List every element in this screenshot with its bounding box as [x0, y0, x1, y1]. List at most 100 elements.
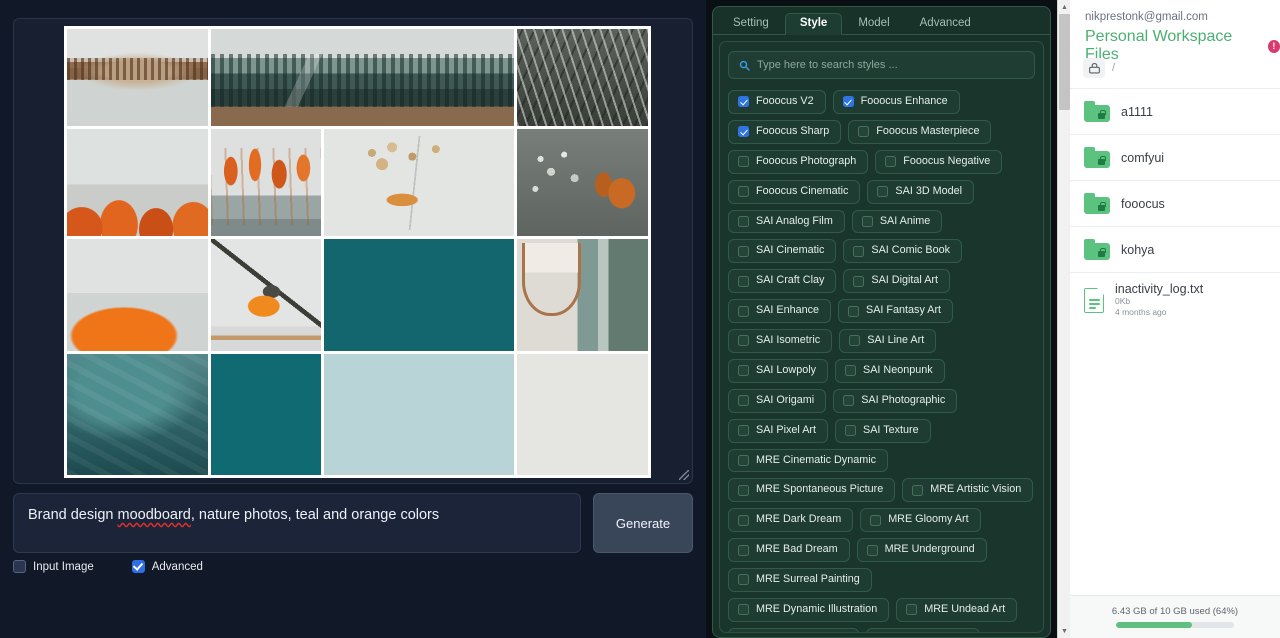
style-chip[interactable]: Fooocus Photograph	[728, 150, 868, 174]
style-chip-checkbox[interactable]	[738, 604, 749, 615]
generate-button[interactable]: Generate	[593, 493, 693, 553]
style-chip[interactable]: Fooocus V2	[728, 90, 826, 114]
style-chip-label: SAI Fantasy Art	[866, 305, 941, 317]
home-icon[interactable]	[1083, 58, 1105, 78]
style-chip[interactable]: SAI Photographic	[833, 389, 957, 413]
style-chip-checkbox[interactable]	[912, 485, 923, 496]
input-image-checkbox-box[interactable]	[13, 560, 26, 573]
style-chip-checkbox[interactable]	[738, 335, 749, 346]
style-chip-checkbox[interactable]	[738, 455, 749, 466]
style-chip[interactable]: SAI Pixel Art	[728, 419, 828, 443]
style-chip[interactable]: MRE Elemental Art	[728, 628, 859, 633]
style-chip-checkbox[interactable]	[738, 306, 749, 317]
folder-row[interactable]: kohya	[1070, 226, 1280, 272]
style-chip-checkbox[interactable]	[906, 604, 917, 615]
style-chip-checkbox[interactable]	[843, 96, 854, 107]
style-chip[interactable]: SAI Digital Art	[843, 269, 950, 293]
folder-row[interactable]: fooocus	[1070, 180, 1280, 226]
style-chip[interactable]: SAI Enhance	[728, 299, 831, 323]
style-chip[interactable]: MRE Artistic Vision	[902, 478, 1033, 502]
moodboard-collage-image[interactable]	[64, 26, 651, 478]
style-chip-checkbox[interactable]	[738, 156, 749, 167]
style-chip-checkbox[interactable]	[738, 246, 749, 257]
tab-model[interactable]: Model	[844, 14, 903, 35]
style-chip-checkbox[interactable]	[738, 395, 749, 406]
style-chip-checkbox[interactable]	[738, 216, 749, 227]
breadcrumb-path[interactable]: /	[1112, 62, 1115, 74]
tab-style[interactable]: Style	[785, 13, 843, 36]
style-chip-checkbox[interactable]	[870, 515, 881, 526]
style-chip-checkbox[interactable]	[848, 306, 859, 317]
style-chip[interactable]: SAI Fantasy Art	[838, 299, 953, 323]
style-chip-label: Fooocus Enhance	[861, 96, 948, 108]
style-chip-checkbox[interactable]	[738, 276, 749, 287]
tab-advanced[interactable]: Advanced	[906, 14, 985, 35]
style-chip[interactable]: SAI Line Art	[839, 329, 936, 353]
style-chip[interactable]: Fooocus Cinematic	[728, 180, 860, 204]
styles-scrollbar[interactable]: ▲ ▼	[1057, 0, 1070, 638]
style-chip-checkbox[interactable]	[853, 276, 864, 287]
advanced-checkbox[interactable]: Advanced	[132, 560, 203, 573]
style-chip[interactable]: SAI Anime	[852, 210, 942, 234]
style-chip-checkbox[interactable]	[738, 485, 749, 496]
style-chip[interactable]: SAI Comic Book	[843, 239, 962, 263]
file-name: fooocus	[1121, 197, 1165, 211]
file-row[interactable]: inactivity_log.txt0Kb4 months ago	[1070, 272, 1280, 328]
style-chip-checkbox[interactable]	[845, 365, 856, 376]
style-chip[interactable]: MRE Space Art	[866, 628, 980, 633]
style-chip-checkbox[interactable]	[845, 425, 856, 436]
style-chip[interactable]: MRE Gloomy Art	[860, 508, 980, 532]
style-chip-checkbox[interactable]	[738, 96, 749, 107]
folder-row[interactable]: comfyui	[1070, 134, 1280, 180]
style-chip[interactable]: MRE Cinematic Dynamic	[728, 449, 888, 473]
style-chip-checkbox[interactable]	[858, 126, 869, 137]
style-chip[interactable]: SAI Isometric	[728, 329, 832, 353]
style-search-placeholder: Type here to search styles ...	[757, 59, 898, 71]
style-chip[interactable]: MRE Underground	[857, 538, 987, 562]
style-chip[interactable]: SAI 3D Model	[867, 180, 974, 204]
prompt-input[interactable]: Brand design moodboard, nature photos, t…	[13, 493, 581, 553]
resize-grip-handle[interactable]	[679, 470, 689, 480]
style-chip-checkbox[interactable]	[867, 545, 878, 556]
style-chip-checkbox[interactable]	[738, 186, 749, 197]
style-chip-checkbox[interactable]	[738, 126, 749, 137]
style-search-input[interactable]: Type here to search styles ...	[728, 51, 1035, 79]
style-chip[interactable]: MRE Bad Dream	[728, 538, 850, 562]
style-chip[interactable]: Fooocus Enhance	[833, 90, 960, 114]
style-chip[interactable]: SAI Origami	[728, 389, 826, 413]
style-chip-checkbox[interactable]	[843, 395, 854, 406]
style-chip[interactable]: SAI Lowpoly	[728, 359, 828, 383]
image-preview-frame[interactable]	[13, 18, 693, 484]
style-chip[interactable]: MRE Undead Art	[896, 598, 1017, 622]
style-chip-checkbox[interactable]	[849, 335, 860, 346]
style-chip[interactable]: MRE Dynamic Illustration	[728, 598, 889, 622]
style-chip[interactable]: Fooocus Negative	[875, 150, 1002, 174]
style-chip[interactable]: SAI Neonpunk	[835, 359, 945, 383]
style-chip-checkbox[interactable]	[877, 186, 888, 197]
style-chip-checkbox[interactable]	[738, 574, 749, 585]
style-chip-checkbox[interactable]	[862, 216, 873, 227]
style-chip[interactable]: Fooocus Sharp	[728, 120, 841, 144]
style-chip[interactable]: MRE Spontaneous Picture	[728, 478, 895, 502]
style-chip-label: MRE Artistic Vision	[930, 484, 1021, 496]
style-chip-checkbox[interactable]	[885, 156, 896, 167]
style-chip-checkbox[interactable]	[738, 515, 749, 526]
style-chip[interactable]: SAI Texture	[835, 419, 931, 443]
collage-tile-teal-swatch	[324, 239, 514, 351]
style-chip-checkbox[interactable]	[853, 246, 864, 257]
input-image-checkbox[interactable]: Input Image	[13, 560, 94, 573]
style-chip-checkbox[interactable]	[738, 545, 749, 556]
styles-scrollbar-thumb[interactable]	[1059, 14, 1070, 110]
style-chip[interactable]: MRE Dark Dream	[728, 508, 853, 532]
style-chip[interactable]: MRE Surreal Painting	[728, 568, 872, 592]
style-chip-checkbox[interactable]	[738, 425, 749, 436]
tab-setting[interactable]: Setting	[719, 14, 783, 35]
folder-row[interactable]: a1111	[1070, 88, 1280, 134]
style-chip[interactable]: SAI Cinematic	[728, 239, 836, 263]
style-chip[interactable]: SAI Analog Film	[728, 210, 845, 234]
advanced-checkbox-box[interactable]	[132, 560, 145, 573]
style-chip[interactable]: SAI Craft Clay	[728, 269, 836, 293]
style-chip[interactable]: Fooocus Masterpiece	[848, 120, 991, 144]
info-badge-icon[interactable]: !	[1268, 40, 1280, 53]
style-chip-checkbox[interactable]	[738, 365, 749, 376]
